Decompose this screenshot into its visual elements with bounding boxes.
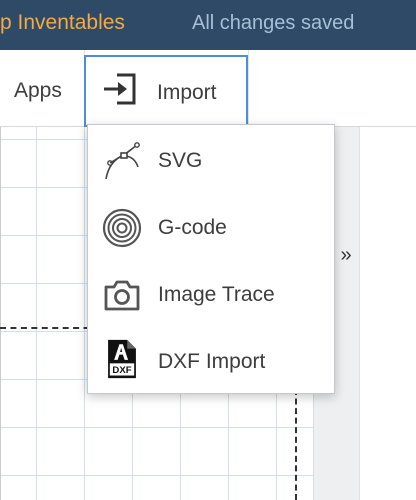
menu-item-image-trace[interactable]: Image Trace — [88, 262, 334, 329]
import-label: Import — [157, 81, 217, 104]
app-root: p Inventables All changes saved Apps Imp… — [0, 0, 416, 500]
apps-label: Apps — [14, 79, 62, 102]
menu-item-svg-label: SVG — [158, 149, 203, 172]
menu-item-gcode[interactable]: G-code — [88, 195, 334, 262]
project-title[interactable]: p Inventables — [0, 11, 125, 35]
menu-item-gcode-label: G-code — [158, 216, 227, 239]
gcode-circles-icon — [102, 208, 142, 248]
toolbar-divider — [248, 50, 249, 126]
svg-pen-icon — [105, 142, 140, 180]
menu-item-image-trace-label: Image Trace — [158, 283, 275, 306]
camera-icon — [104, 280, 140, 311]
dxf-file-icon: DXF — [108, 339, 136, 379]
toolbar: Apps Import — [0, 50, 416, 127]
material-boundary-vertical — [295, 389, 297, 500]
material-boundary-horizontal — [0, 327, 100, 329]
top-header: p Inventables All changes saved — [0, 0, 416, 50]
canvas-edge — [0, 127, 1, 500]
menu-item-dxf-import-label: DXF Import — [158, 350, 266, 373]
import-dropdown-menu: SVG G-code Image Trace DXF DXF Import — [87, 124, 335, 394]
expand-panel-icon[interactable]: » — [336, 240, 356, 270]
import-icon — [104, 73, 136, 105]
menu-item-dxf-import[interactable]: DXF DXF Import — [88, 329, 334, 396]
menu-item-svg[interactable]: SVG — [88, 128, 334, 195]
apps-button[interactable]: Apps — [0, 50, 85, 126]
save-status: All changes saved — [192, 12, 355, 34]
right-panel — [359, 127, 416, 500]
import-button[interactable]: Import — [84, 55, 248, 127]
dxf-badge-text: DXF — [112, 365, 131, 376]
